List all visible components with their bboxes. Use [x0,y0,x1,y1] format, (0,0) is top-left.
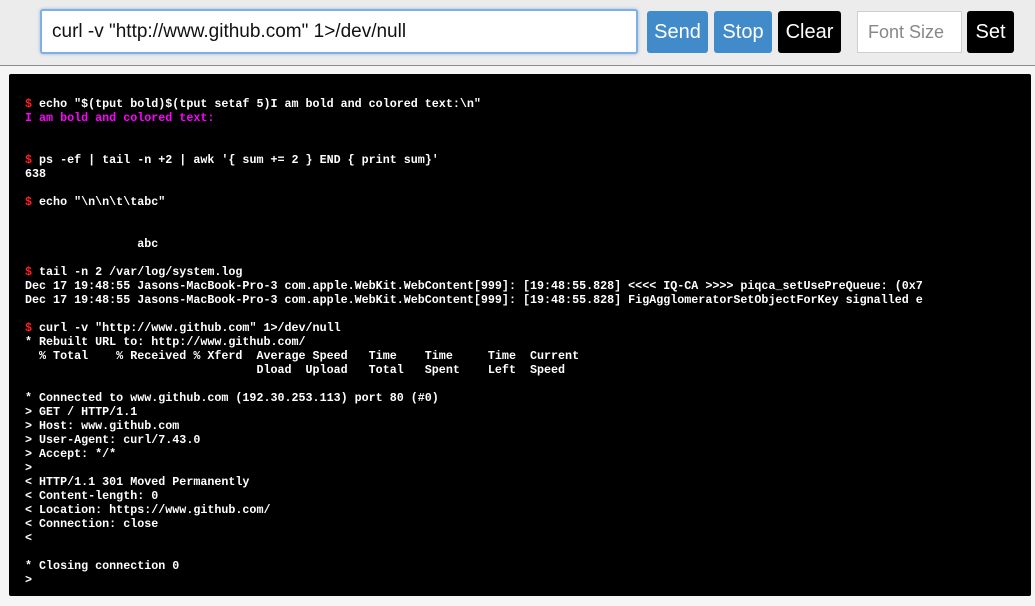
terminal-command-line: $ tail -n 2 /var/log/system.log [25,265,1031,279]
terminal-output-line: < [25,531,33,545]
terminal-command-line: $ echo "$(tput bold)$(tput setaf 5)I am … [25,97,1031,111]
command-text: ps -ef | tail -n +2 | awk '{ sum += 2 } … [32,153,439,167]
terminal-output-line: > User-Agent: curl/7.43.0 [25,433,201,447]
command-text: echo "\n\n\t\tabc" [32,195,166,209]
terminal-output-line: < Content-length: 0 [25,489,159,503]
terminal-command-line: $ ps -ef | tail -n +2 | awk '{ sum += 2 … [25,153,1031,167]
set-font-size-button[interactable]: Set [967,11,1014,53]
terminal-output-line: > Host: www.github.com [25,419,180,433]
terminal-output-line: 638 [25,167,47,181]
command-text: echo "$(tput bold)$(tput setaf 5)I am bo… [32,97,481,111]
prompt-symbol: $ [25,265,33,279]
terminal-output-line: * Closing connection 0 [25,559,180,573]
terminal-command-line: $ echo "\n\n\t\tabc" [25,195,1031,209]
terminal-output-line: < Location: https://www.github.com/ [25,503,271,517]
terminal-output-line: < Connection: close [25,517,159,531]
prompt-symbol: $ [25,195,33,209]
send-button[interactable]: Send [647,11,708,53]
prompt-symbol: $ [25,321,33,335]
terminal-colored-output: I am bold and colored text: [25,111,215,125]
prompt-symbol: $ [25,153,33,167]
terminal-output-line: > [25,573,33,587]
terminal-output-line: Dec 17 19:48:55 Jasons-MacBook-Pro-3 com… [25,279,923,293]
toolbar: Send Stop Clear Set [0,0,1035,66]
terminal-output-line: > Accept: */* [25,447,117,461]
terminal-output-line: > [25,461,33,475]
clear-button[interactable]: Clear [778,11,841,53]
terminal-output-line: abc [25,237,159,251]
terminal-output-line: * Connected to www.github.com (192.30.25… [25,391,439,405]
terminal-output-line: % Total % Received % Xferd Average Speed… [25,349,580,363]
command-text: tail -n 2 /var/log/system.log [32,265,243,279]
terminal-output-line: Dec 17 19:48:55 Jasons-MacBook-Pro-3 com… [25,293,923,307]
stop-button[interactable]: Stop [714,11,772,53]
terminal-output[interactable]: $ echo "$(tput bold)$(tput setaf 5)I am … [9,74,1031,596]
prompt-symbol: $ [25,97,33,111]
command-text: curl -v "http://www.github.com" 1>/dev/n… [32,321,341,335]
terminal-output-line: Dload Upload Total Spent Left Speed [25,363,566,377]
terminal-output-line: > GET / HTTP/1.1 [25,405,138,419]
command-input[interactable] [40,9,638,54]
terminal-lines: $ echo "$(tput bold)$(tput setaf 5)I am … [25,97,1031,587]
font-size-input[interactable] [857,11,962,53]
terminal-output-line: * Rebuilt URL to: http://www.github.com/ [25,335,306,349]
terminal-command-line: $ curl -v "http://www.github.com" 1>/dev… [25,321,1031,335]
terminal-output-line: < HTTP/1.1 301 Moved Permanently [25,475,250,489]
